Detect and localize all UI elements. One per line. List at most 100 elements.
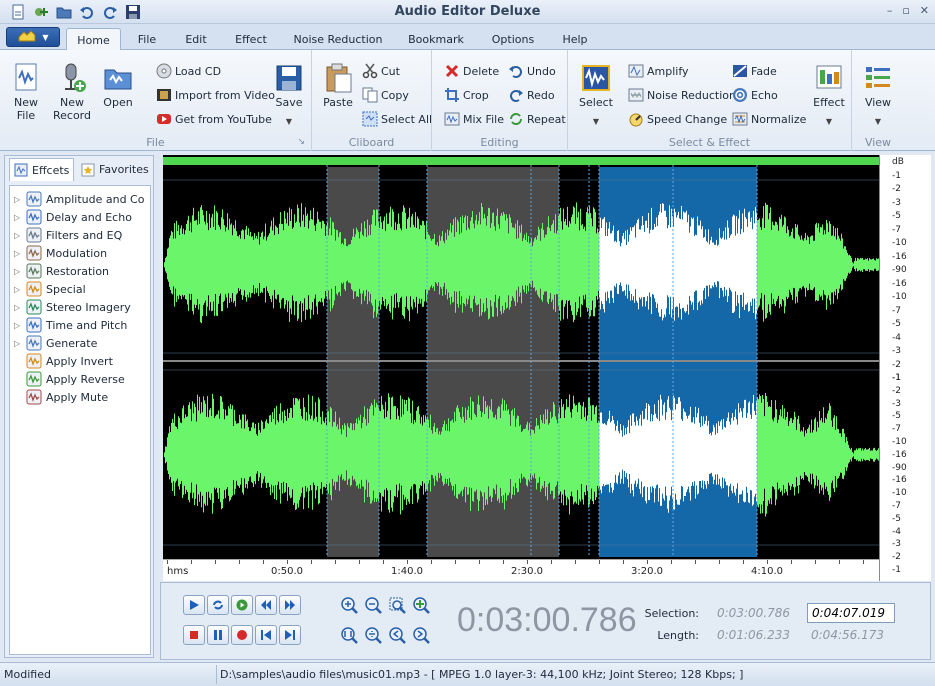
record-button[interactable] xyxy=(231,625,253,645)
effects-tree: ▷ Amplitude and Co ▷ Delay and Echo ▷ Filters… xyxy=(9,185,151,655)
cut-button[interactable]: Cut xyxy=(362,62,400,80)
import-from-video-button[interactable]: Import from Video xyxy=(156,86,275,104)
transport-panel: 0:03:00.786 Selection: 0:03:00.786 0:04:… xyxy=(160,582,931,660)
stop-button[interactable] xyxy=(183,625,205,645)
get-from-youtube-button[interactable]: Get from YouTube xyxy=(156,110,272,128)
tree-item[interactable]: ▷ Special xyxy=(14,280,86,298)
delete-button[interactable]: Delete xyxy=(444,62,499,80)
go-to-start-button[interactable] xyxy=(255,625,277,645)
pause-button[interactable] xyxy=(207,625,229,645)
fade-button[interactable]: Fade xyxy=(732,62,777,80)
effect-button[interactable]: Effect ▼ xyxy=(810,62,848,128)
tree-item[interactable]: ▷ Modulation xyxy=(14,244,107,262)
redo-button[interactable]: Redo xyxy=(508,86,555,104)
restore-icon[interactable]: ▫ xyxy=(902,4,909,17)
tab-effect[interactable]: Effect xyxy=(228,28,274,50)
speed-change-button[interactable]: Speed Change xyxy=(628,110,727,128)
db-label: -16 xyxy=(892,251,907,262)
expand-arrow-icon[interactable]: ▷ xyxy=(14,321,22,330)
new-record-button[interactable]: New Record xyxy=(52,62,92,122)
play-selection-button[interactable] xyxy=(231,595,253,615)
mix-file-button[interactable]: Mix File xyxy=(444,110,504,128)
tab-home[interactable]: Home xyxy=(66,28,121,51)
tree-item[interactable]: ▷ Stereo Imagery xyxy=(14,298,131,316)
tree-item[interactable]: Apply Invert xyxy=(14,352,113,370)
zoom-in-button[interactable] xyxy=(339,595,359,615)
expand-arrow-icon[interactable]: ▷ xyxy=(14,285,22,294)
select-all-button[interactable]: Select All xyxy=(362,110,432,128)
expand-arrow-icon[interactable]: ▷ xyxy=(14,195,22,204)
zoom-full-button[interactable] xyxy=(411,595,431,615)
tab-options[interactable]: Options xyxy=(484,28,542,50)
fade-icon xyxy=(733,65,747,77)
selection-end-field[interactable]: 0:04:07.019 xyxy=(807,603,895,623)
expand-arrow-icon[interactable]: ▷ xyxy=(14,267,22,276)
new-file-button[interactable]: New File xyxy=(8,62,44,122)
undo-button[interactable]: Undo xyxy=(508,62,556,80)
go-to-end-button[interactable] xyxy=(279,625,301,645)
ruler-tick xyxy=(239,560,240,564)
crop-button[interactable]: Crop xyxy=(444,86,489,104)
zoom-selection-button[interactable] xyxy=(387,595,407,615)
rewind-button[interactable] xyxy=(255,595,277,615)
view-button[interactable]: View ▼ xyxy=(860,62,896,128)
application-menu-button[interactable]: ▼ xyxy=(6,27,60,47)
open-button[interactable]: Open xyxy=(100,62,136,109)
close-icon[interactable]: ✕ xyxy=(920,4,929,17)
new-file-icon xyxy=(15,63,37,91)
db-label: -90 xyxy=(892,265,907,275)
zoom-right-button[interactable] xyxy=(411,625,431,645)
expand-arrow-icon[interactable]: ▷ xyxy=(14,249,22,258)
forward-button[interactable] xyxy=(279,595,301,615)
microphone-icon xyxy=(65,63,86,92)
play-button[interactable] xyxy=(183,595,205,615)
current-time-display: 0:03:00.786 xyxy=(457,601,637,639)
tree-item[interactable]: ▷ Restoration xyxy=(14,262,109,280)
ruler-tick xyxy=(647,560,648,564)
time-ruler[interactable]: hms 0:50.0 1:40.0 2:30.0 3:20.0 4:10.0 xyxy=(163,559,879,581)
tab-noise-reduction[interactable]: Noise Reduction xyxy=(286,28,390,50)
tab-bookmark[interactable]: Bookmark xyxy=(402,28,470,50)
load-cd-button[interactable]: Load CD xyxy=(156,62,221,80)
amplify-button[interactable]: Amplify xyxy=(628,62,689,80)
tab-edit[interactable]: Edit xyxy=(176,28,216,50)
tree-item-label: Stereo Imagery xyxy=(46,300,131,314)
expand-arrow-icon[interactable]: ▷ xyxy=(14,231,22,240)
tab-effects[interactable]: Effcets xyxy=(9,158,75,181)
zoom-out-button[interactable] xyxy=(363,595,383,615)
echo-button[interactable]: Echo xyxy=(732,86,778,104)
loop-button[interactable] xyxy=(207,595,229,615)
waveform-view[interactable] xyxy=(163,155,931,581)
tree-item[interactable]: ▷ Delay and Echo xyxy=(14,208,132,226)
copy-button[interactable]: Copy xyxy=(362,86,409,104)
waveform-canvas[interactable] xyxy=(163,155,879,559)
minimize-icon[interactable]: – xyxy=(887,4,893,17)
expand-arrow-icon[interactable]: ▷ xyxy=(14,339,22,348)
zoom-vertical-in-button[interactable] xyxy=(339,625,359,645)
tree-item[interactable]: Apply Mute xyxy=(14,388,108,406)
paste-button[interactable]: Paste xyxy=(320,62,356,109)
zoom-vertical-out-button[interactable] xyxy=(363,625,383,645)
expand-arrow-icon[interactable]: ▷ xyxy=(14,303,22,312)
zoom-left-button[interactable] xyxy=(387,625,407,645)
expand-arrow-icon[interactable]: ▷ xyxy=(14,213,22,222)
tab-file[interactable]: File xyxy=(128,28,166,50)
tree-item[interactable]: ▷ Generate xyxy=(14,334,97,352)
select-button[interactable]: Select ▼ xyxy=(576,62,616,128)
apply-reverse-icon xyxy=(26,371,42,387)
tree-item[interactable]: ▷ Amplitude and Co xyxy=(14,190,144,208)
noise-reduction-button[interactable]: Noise Reduction xyxy=(628,86,736,104)
save-button[interactable]: Save ▼ xyxy=(272,62,306,128)
stereo-imagery-icon xyxy=(26,299,42,315)
normalize-button[interactable]: Normalize xyxy=(732,110,806,128)
tree-item[interactable]: ▷ Time and Pitch xyxy=(14,316,127,334)
dialog-launcher-icon[interactable]: ↘ xyxy=(297,137,305,147)
tab-favorites[interactable]: Favorites xyxy=(77,158,153,181)
tree-item[interactable]: ▷ Filters and EQ xyxy=(14,226,122,244)
repeat-button[interactable]: Repeat xyxy=(508,110,566,128)
db-label: -1 xyxy=(892,373,901,383)
tree-item[interactable]: Apply Reverse xyxy=(14,370,125,388)
db-label: -2 xyxy=(892,385,901,396)
ribbon-group-editing: Delete Crop Mix File Undo Redo Repeat Ed… xyxy=(432,50,568,151)
tab-help[interactable]: Help xyxy=(554,28,596,50)
